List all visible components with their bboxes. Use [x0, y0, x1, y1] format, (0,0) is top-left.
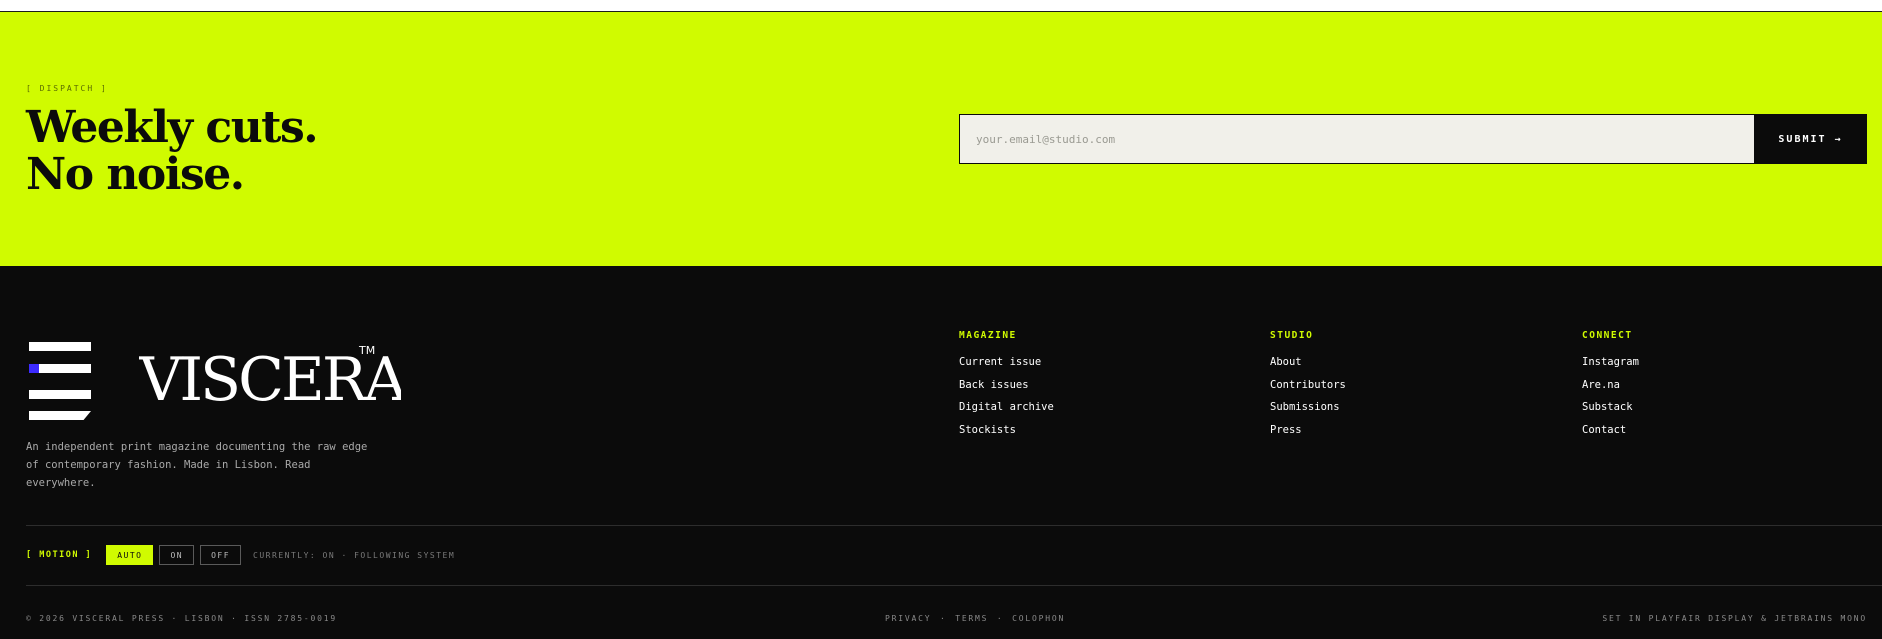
- motion-status: CURRENTLY: ON · FOLLOWING SYSTEM: [253, 550, 456, 560]
- footer-link-instagram[interactable]: Instagram: [1582, 351, 1639, 374]
- footer-column-studio: STUDIO About Contributors Submissions Pr…: [1270, 330, 1346, 441]
- footer-link-contact[interactable]: Contact: [1582, 419, 1639, 442]
- brand-wordmark: VISCERAL: [139, 345, 401, 415]
- footer-link-current-issue[interactable]: Current issue: [959, 351, 1054, 374]
- footer-column-magazine: MAGAZINE Current issue Back issues Digit…: [959, 330, 1054, 441]
- footer-link-submissions[interactable]: Submissions: [1270, 396, 1346, 419]
- newsletter-form: SUBMIT →: [959, 114, 1867, 164]
- column-title: CONNECT: [1582, 330, 1633, 341]
- newsletter-heading: Weekly cuts. No noise.: [26, 102, 319, 200]
- submit-button[interactable]: SUBMIT →: [1754, 114, 1867, 164]
- footer-link-press[interactable]: Press: [1270, 419, 1346, 442]
- dispatch-tag: [ DISPATCH ]: [26, 84, 108, 93]
- privacy-link[interactable]: PRIVACY: [885, 614, 931, 623]
- motion-on-button[interactable]: ON: [159, 545, 195, 565]
- footer-link-back-issues[interactable]: Back issues: [959, 374, 1054, 397]
- email-input[interactable]: [959, 114, 1754, 164]
- trademark-symbol: TM: [359, 344, 376, 357]
- legal-links: PRIVACY · TERMS · COLOPHON: [885, 614, 1065, 623]
- motion-off-button[interactable]: OFF: [200, 545, 242, 565]
- separator: ·: [996, 614, 1004, 623]
- motion-auto-button[interactable]: AUTO: [106, 545, 154, 565]
- footer-link-arena[interactable]: Are.na: [1582, 374, 1639, 397]
- copyright: © 2026 VISCERAL PRESS · LISBON · ISSN 27…: [26, 614, 337, 623]
- typeface-credit: SET IN PLAYFAIR DISPLAY & JETBRAINS MONO: [1602, 614, 1867, 623]
- colophon-link[interactable]: COLOPHON: [1012, 614, 1065, 623]
- footer-link-about[interactable]: About: [1270, 351, 1346, 374]
- site-footer: VISCERAL TM An independent print magazin…: [0, 266, 1882, 639]
- top-strip: [0, 0, 1882, 12]
- newsletter-heading-line-2: No noise.: [26, 149, 245, 200]
- footer-link-contributors[interactable]: Contributors: [1270, 374, 1346, 397]
- newsletter-heading-line-1: Weekly cuts.: [26, 102, 319, 153]
- motion-toggle: [ MOTION ] AUTO ON OFF CURRENTLY: ON · F…: [26, 545, 455, 565]
- column-title: STUDIO: [1270, 330, 1314, 341]
- divider: [26, 525, 1882, 526]
- footer-link-digital-archive[interactable]: Digital archive: [959, 396, 1054, 419]
- footer-column-connect: CONNECT Instagram Are.na Substack Contac…: [1582, 330, 1639, 441]
- brand-description: An independent print magazine documentin…: [26, 441, 368, 489]
- motion-label: [ MOTION ]: [26, 550, 93, 560]
- footer-link-substack[interactable]: Substack: [1582, 396, 1639, 419]
- stacked-bars-logo-icon: [26, 340, 94, 420]
- newsletter-section: [ DISPATCH ] Weekly cuts. No noise. SUBM…: [0, 12, 1882, 266]
- brand-logo[interactable]: VISCERAL: [26, 340, 401, 420]
- separator: ·: [939, 614, 947, 623]
- terms-link[interactable]: TERMS: [955, 614, 988, 623]
- footer-link-stockists[interactable]: Stockists: [959, 419, 1054, 442]
- column-title: MAGAZINE: [959, 330, 1017, 341]
- divider: [26, 585, 1882, 586]
